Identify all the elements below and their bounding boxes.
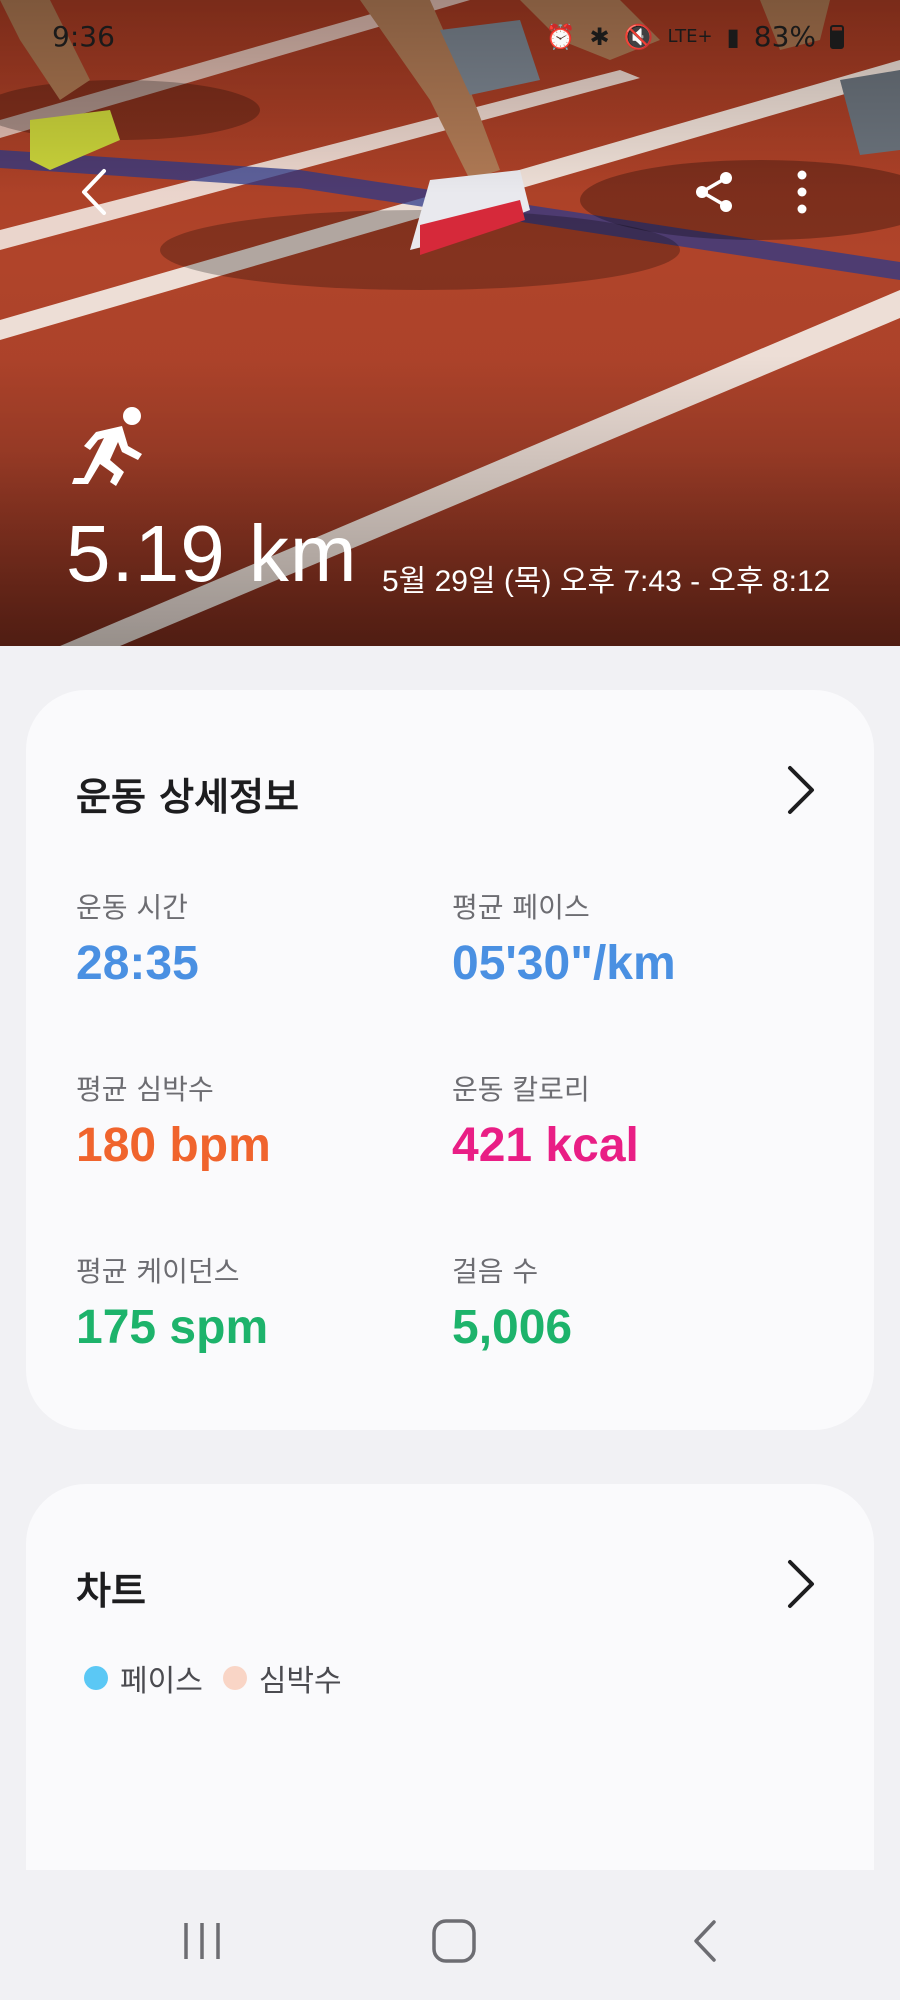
more-vertical-icon bbox=[797, 170, 807, 214]
stat-value: 05'30"/km bbox=[452, 937, 676, 990]
stat-avg-pace: 평균 페이스 05'30"/km bbox=[452, 886, 676, 991]
recent-apps-button[interactable] bbox=[162, 1906, 242, 1976]
running-person-icon bbox=[72, 407, 142, 486]
legend-dot-heart-rate bbox=[222, 1666, 247, 1690]
legend-heart-rate: 심박수 bbox=[222, 1656, 342, 1700]
stat-value: 180 bpm bbox=[76, 1119, 271, 1172]
stat-label: 운동 시간 bbox=[76, 891, 188, 924]
legend-pace: 페이스 bbox=[84, 1656, 203, 1700]
battery-percent: 83% bbox=[753, 20, 816, 53]
stat-label: 평균 케이던스 bbox=[76, 1255, 240, 1288]
workout-details-card[interactable]: 운동 상세정보 운동 시간 28:35 평균 페이스 05'30"/km 평균 … bbox=[26, 690, 874, 1430]
stat-label: 걸음 수 bbox=[452, 1255, 539, 1288]
stat-label: 평균 페이스 bbox=[452, 891, 590, 924]
mute-icon: 🔇 bbox=[623, 22, 654, 51]
legend-label: 페이스 bbox=[120, 1664, 203, 1699]
chart-title: 차트 bbox=[76, 1569, 146, 1613]
stat-avg-heart-rate: 평균 심박수 180 bpm bbox=[76, 1068, 271, 1173]
stat-steps: 걸음 수 5,006 bbox=[452, 1250, 572, 1355]
distance-value: 5.19 km bbox=[66, 509, 358, 598]
bluetooth-icon: ✱ bbox=[589, 22, 610, 51]
details-title: 운동 상세정보 bbox=[76, 775, 299, 819]
stat-duration: 운동 시간 28:35 bbox=[76, 886, 199, 991]
hero-banner: 9:36 ⏰ ✱ 🔇 LTE+ ▮ 83% 5.19 km 5월 29일 (목)… bbox=[0, 0, 900, 646]
status-time: 9:36 bbox=[52, 20, 115, 53]
back-button[interactable] bbox=[62, 160, 126, 224]
chart-card[interactable]: 차트 페이스 심박수 bbox=[26, 1484, 874, 1904]
stat-label: 운동 칼로리 bbox=[452, 1073, 590, 1106]
alarm-icon: ⏰ bbox=[545, 22, 576, 51]
status-bar: 9:36 ⏰ ✱ 🔇 LTE+ ▮ 83% bbox=[0, 0, 900, 76]
stat-label: 평균 심박수 bbox=[76, 1073, 214, 1106]
chart-legend: 페이스 심박수 bbox=[84, 1656, 342, 1700]
stat-value: 175 spm bbox=[76, 1301, 269, 1354]
home-icon bbox=[432, 1919, 476, 1963]
stat-calories: 운동 칼로리 421 kcal bbox=[452, 1068, 639, 1173]
workout-datetime: 5월 29일 (목) 오후 7:43 - 오후 8:12 bbox=[382, 565, 831, 598]
more-options-button[interactable] bbox=[770, 160, 834, 224]
chevron-right-icon[interactable] bbox=[780, 1556, 820, 1612]
network-label: LTE+ bbox=[667, 26, 713, 47]
stat-value: 421 kcal bbox=[452, 1119, 639, 1172]
signal-icon: ▮ bbox=[726, 22, 740, 51]
share-button[interactable] bbox=[682, 160, 746, 224]
home-button[interactable] bbox=[414, 1906, 494, 1976]
legend-label: 심박수 bbox=[258, 1664, 342, 1699]
stat-value: 28:35 bbox=[76, 937, 199, 990]
status-icons: ⏰ ✱ 🔇 LTE+ ▮ 83% bbox=[546, 20, 844, 53]
share-icon bbox=[696, 172, 732, 212]
system-back-button[interactable] bbox=[666, 1906, 746, 1976]
stat-value: 5,006 bbox=[452, 1301, 573, 1354]
system-navigation-bar bbox=[0, 1870, 900, 2000]
back-chevron-icon bbox=[694, 1920, 716, 1962]
recent-apps-icon bbox=[184, 1923, 220, 1959]
back-arrow-icon bbox=[82, 169, 106, 215]
stat-avg-cadence: 평균 케이던스 175 spm bbox=[76, 1250, 268, 1355]
battery-icon bbox=[830, 24, 844, 49]
chevron-right-icon[interactable] bbox=[780, 762, 820, 818]
legend-dot-pace bbox=[84, 1666, 108, 1690]
